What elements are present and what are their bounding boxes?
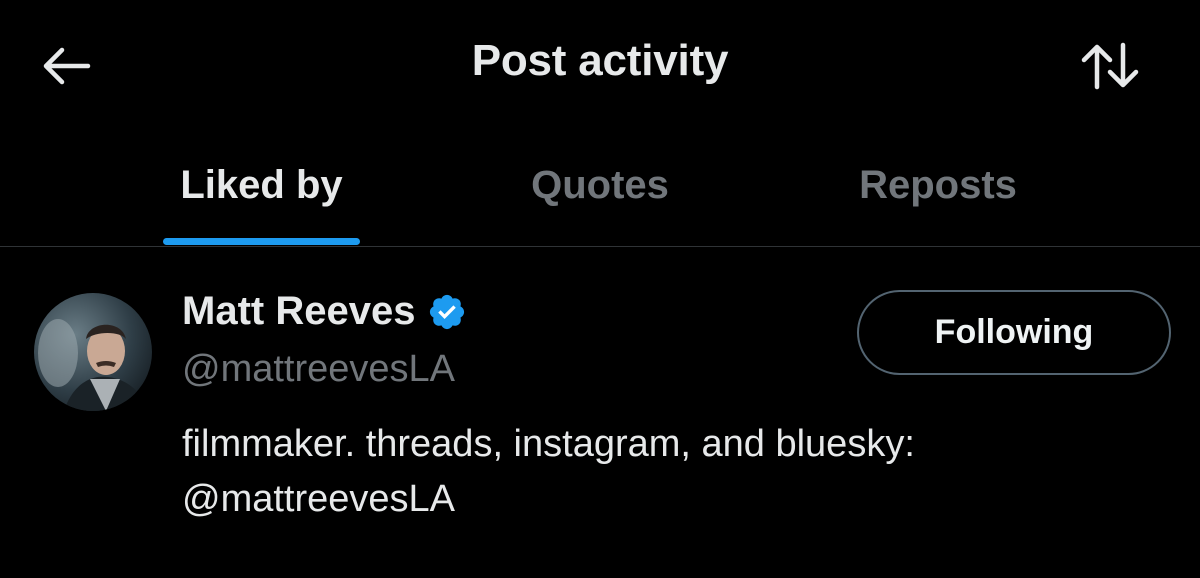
avatar-image xyxy=(34,293,152,411)
sort-button[interactable] xyxy=(1072,34,1148,98)
sort-arrows-icon xyxy=(1081,42,1139,90)
user-bio: filmmaker. threads, instagram, and blues… xyxy=(182,417,1142,527)
active-tab-indicator xyxy=(163,238,360,245)
verified-badge-icon xyxy=(430,294,465,329)
tab-label: Reposts xyxy=(859,163,1017,207)
user-list-item[interactable]: Matt Reeves @mattreevesLA filmmaker. thr… xyxy=(0,247,1200,578)
tab-liked-by[interactable]: Liked by xyxy=(163,125,360,247)
tab-bar: Liked by Quotes Reposts xyxy=(0,125,1200,247)
tab-quotes[interactable]: Quotes xyxy=(500,125,700,247)
user-handle[interactable]: @mattreevesLA xyxy=(182,348,455,391)
following-button[interactable]: Following xyxy=(857,290,1171,375)
display-name-link[interactable]: Matt Reeves xyxy=(182,289,467,334)
avatar[interactable] xyxy=(34,293,152,411)
tab-reposts[interactable]: Reposts xyxy=(838,125,1038,247)
page-title: Post activity xyxy=(471,36,729,85)
display-name: Matt Reeves xyxy=(182,289,416,333)
tab-label: Liked by xyxy=(180,163,343,207)
top-bar: Post activity xyxy=(0,0,1200,125)
bio-line: @mattreevesLA xyxy=(182,478,456,520)
bio-line: filmmaker. threads, instagram, and blues… xyxy=(182,423,915,465)
tab-label: Quotes xyxy=(531,163,669,207)
